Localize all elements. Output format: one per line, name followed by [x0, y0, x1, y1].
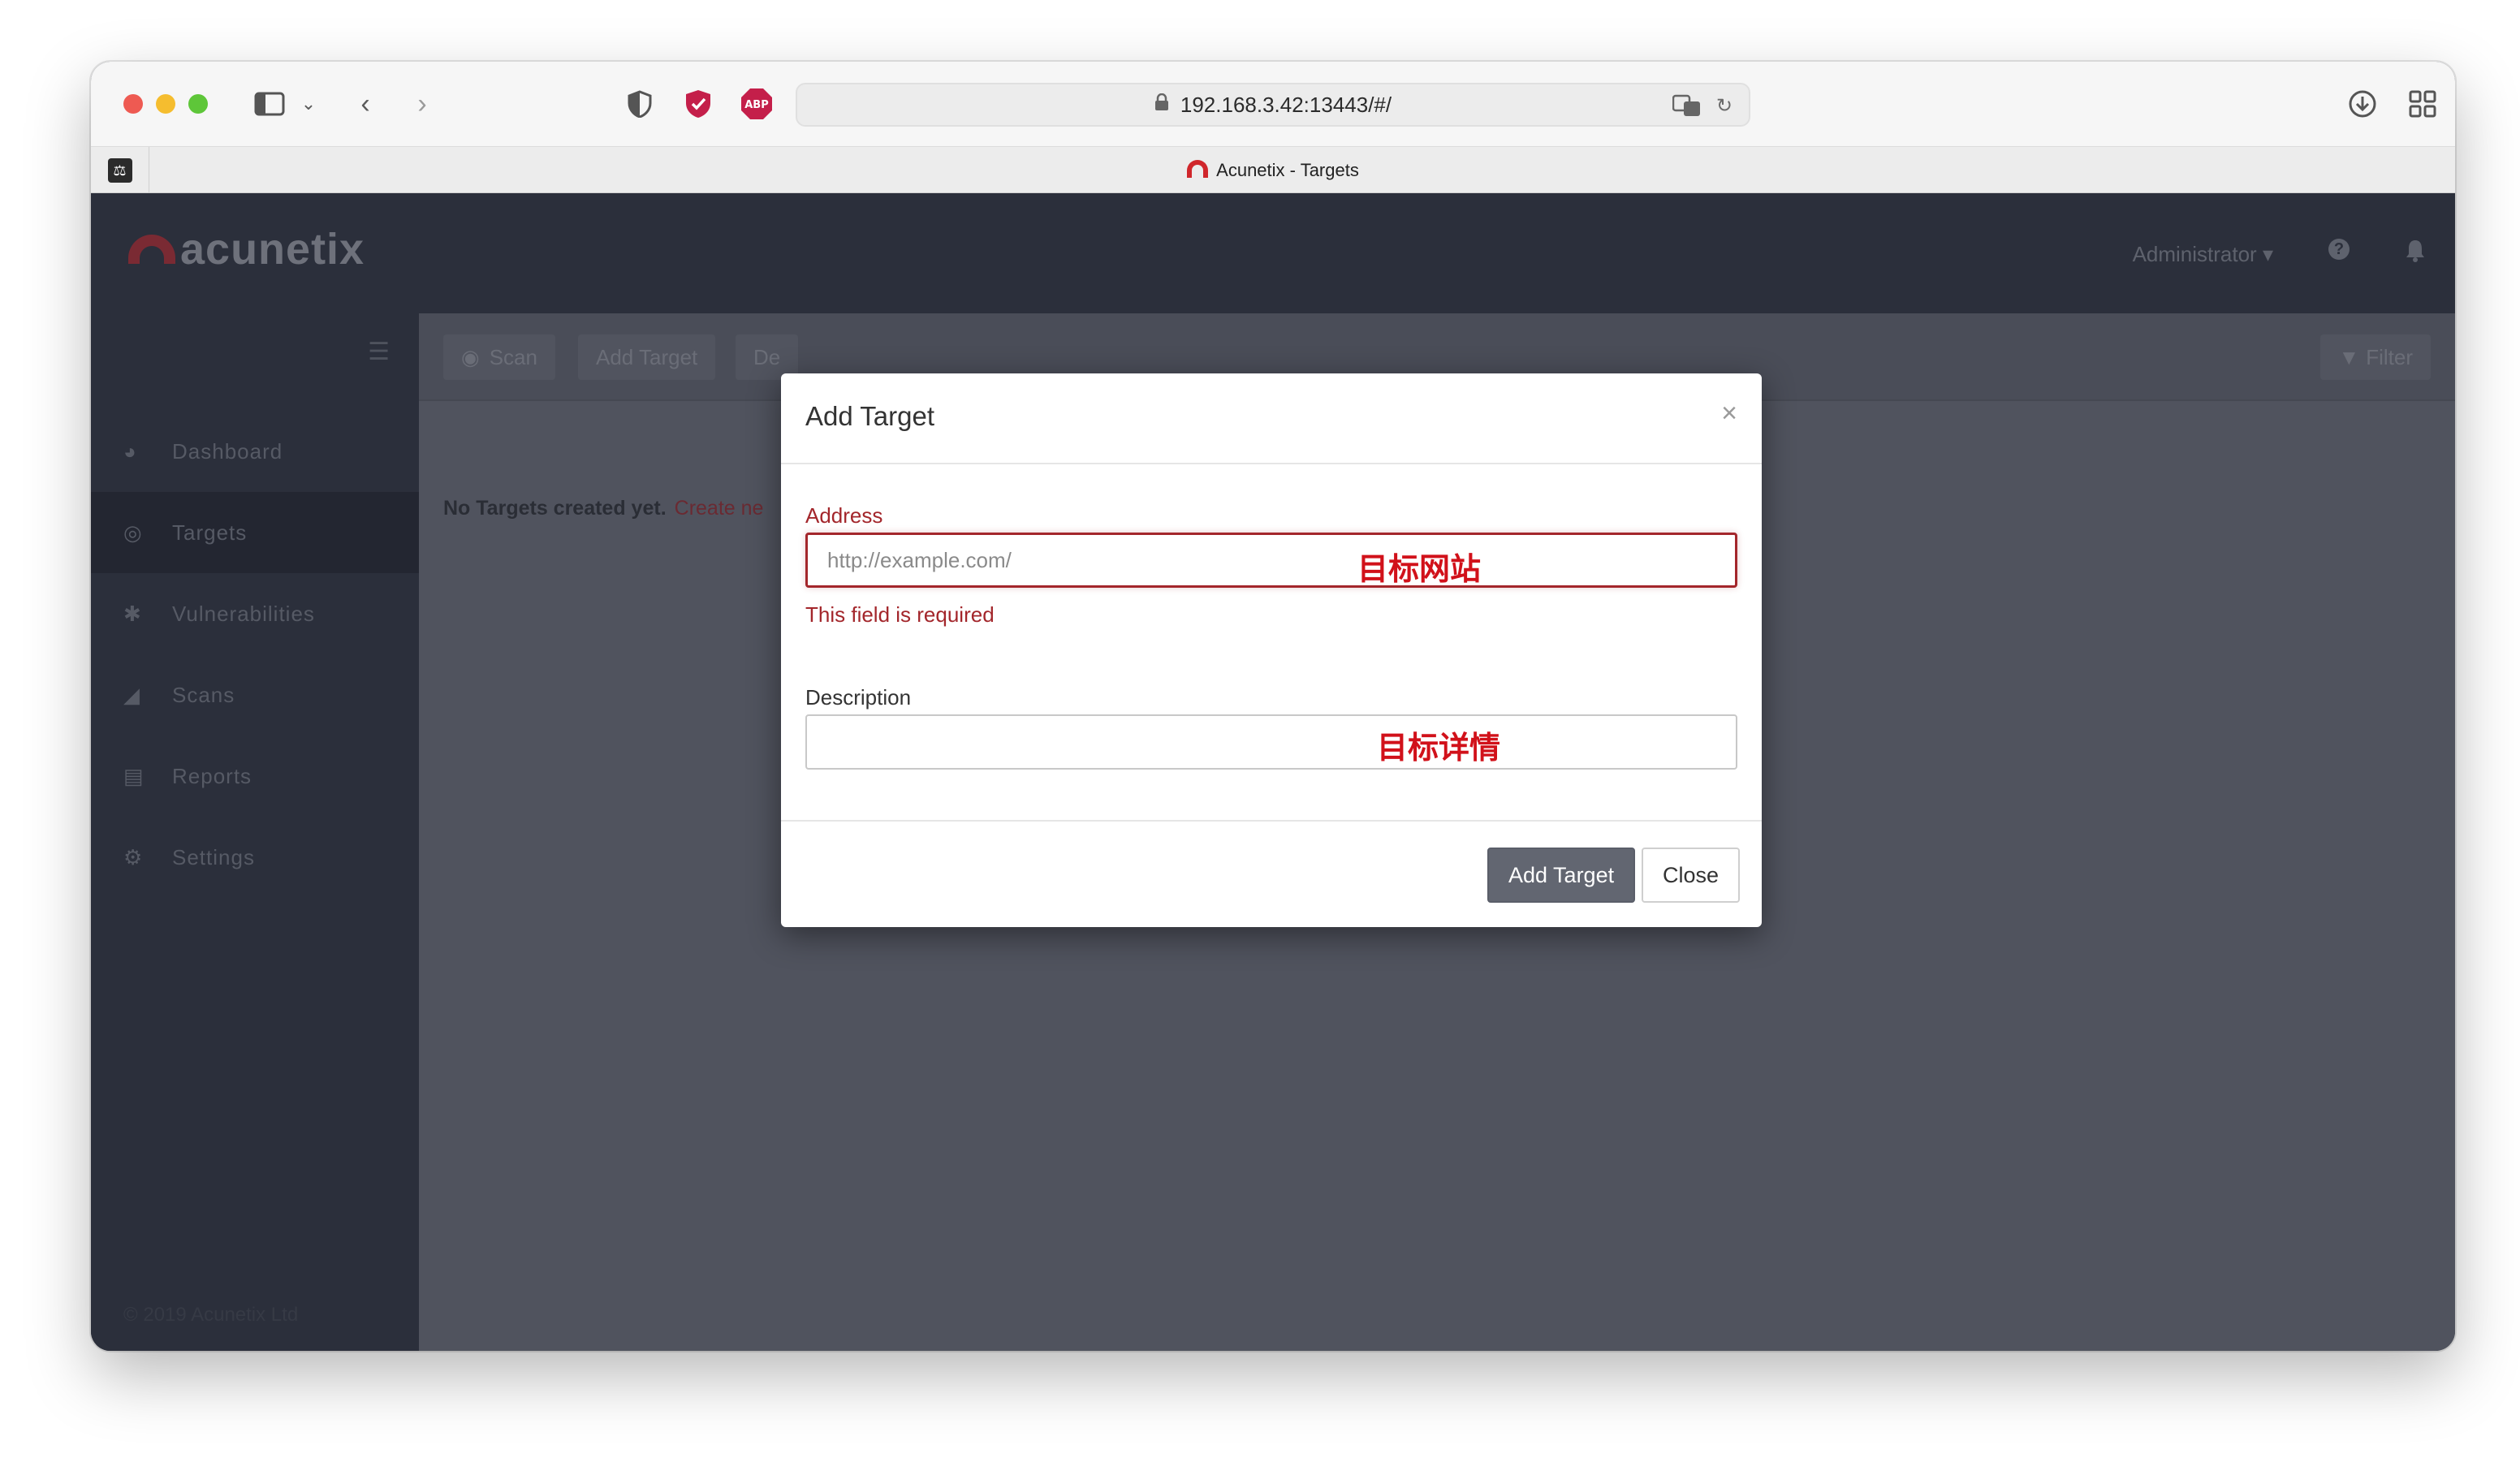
- dialog-footer: Add Target Close: [781, 820, 1762, 927]
- address-bar[interactable]: 192.168.3.42:13443/#/ ↻: [796, 83, 1750, 127]
- acunetix-app: acunetix Administrator ▾ ? ☰ ◕ Dashboard…: [91, 193, 2455, 1351]
- user-menu[interactable]: Administrator ▾: [2133, 242, 2273, 267]
- acunetix-favicon-icon: [1187, 160, 1209, 178]
- dialog-header: Add Target ×: [781, 373, 1762, 464]
- sidebar-item-label: Scans: [172, 682, 235, 707]
- filter-label: Filter: [2366, 344, 2413, 369]
- reload-icon[interactable]: ↻: [1716, 94, 1732, 123]
- chart-icon: ◢: [123, 682, 140, 707]
- filter-button[interactable]: ▼ Filter: [2320, 334, 2431, 380]
- add-target-action-button[interactable]: Add Target: [578, 334, 716, 380]
- sidebar-item-settings[interactable]: ⚙ Settings: [91, 817, 419, 898]
- minimize-window-button[interactable]: [156, 94, 175, 114]
- gear-icon: ⚙: [123, 844, 144, 869]
- sidebar-item-label: Targets: [172, 520, 248, 545]
- bell-icon[interactable]: [2405, 239, 2426, 269]
- close-button[interactable]: Close: [1642, 848, 1741, 903]
- lock-icon: [1154, 93, 1169, 116]
- close-icon[interactable]: ×: [1721, 398, 1737, 429]
- add-target-submit-button[interactable]: Add Target: [1487, 848, 1636, 903]
- description-annotation: 目标详情: [1377, 730, 1501, 766]
- collapse-menu-icon[interactable]: ☰: [368, 338, 390, 366]
- empty-state-message: No Targets created yet. Create ne: [443, 497, 763, 520]
- delete-label: De: [753, 344, 781, 369]
- forward-arrow-icon[interactable]: ›: [403, 84, 442, 123]
- sidebar-item-vulnerabilities[interactable]: ✱ Vulnerabilities: [91, 573, 419, 654]
- target-icon: ◎: [123, 520, 143, 545]
- create-target-link[interactable]: Create ne: [675, 497, 764, 520]
- app-header: acunetix Administrator ▾ ?: [91, 193, 2455, 313]
- help-icon[interactable]: ?: [2328, 239, 2350, 260]
- report-icon: ▤: [123, 763, 145, 788]
- extension-shield-icon[interactable]: [679, 84, 718, 123]
- scan-label: Scan: [489, 344, 537, 369]
- empty-state-text: No Targets created yet.: [443, 497, 667, 520]
- copyright-text: © 2019 Acunetix Ltd: [123, 1304, 299, 1326]
- logo-mark-icon: [128, 235, 175, 264]
- filter-icon: ▼: [2338, 344, 2360, 369]
- logo-text: acunetix: [180, 225, 365, 274]
- description-input[interactable]: [805, 714, 1737, 770]
- add-target-dialog: Add Target × Address 目标网站 This field is …: [781, 373, 1762, 927]
- sidebar-item-dashboard[interactable]: ◕ Dashboard: [91, 411, 419, 492]
- address-input[interactable]: [805, 533, 1737, 588]
- back-arrow-icon[interactable]: ‹: [346, 84, 385, 123]
- adblock-icon[interactable]: ABP: [737, 84, 776, 123]
- translate-icon[interactable]: [1672, 94, 1702, 123]
- sidebar-item-reports[interactable]: ▤ Reports: [91, 735, 419, 817]
- sidebar-item-label: Dashboard: [172, 438, 283, 464]
- scan-button[interactable]: ◉ Scan: [443, 334, 555, 380]
- scan-icon: ◉: [461, 344, 480, 369]
- tab-bar: ⚖ Acunetix - Targets: [91, 146, 2455, 194]
- maximize-window-button[interactable]: [188, 94, 208, 114]
- add-target-label: Add Target: [596, 344, 698, 369]
- adblock-label: ABP: [744, 99, 769, 111]
- description-label: Description: [805, 685, 912, 710]
- sidebar-item-label: Settings: [172, 844, 255, 869]
- sidebar: ☰ ◕ Dashboard ◎ Targets ✱ Vulnerabilitie…: [91, 313, 419, 1351]
- address-label: Address: [805, 503, 883, 528]
- url-text: 192.168.3.42:13443/#/: [1180, 92, 1392, 117]
- active-tab[interactable]: Acunetix - Targets: [91, 160, 2455, 181]
- download-icon[interactable]: [2343, 84, 2382, 123]
- close-window-button[interactable]: [123, 94, 143, 114]
- privacy-shield-icon[interactable]: [620, 84, 659, 123]
- sidebar-item-scans[interactable]: ◢ Scans: [91, 654, 419, 735]
- acunetix-logo[interactable]: acunetix: [128, 224, 365, 274]
- chevron-down-icon[interactable]: ⌄: [289, 84, 328, 123]
- browser-window: ⌄ ‹ › ABP 192.168.3.42:13443/#/ ↻ ⚖ Acun…: [91, 62, 2455, 1351]
- sidebar-item-label: Vulnerabilities: [172, 601, 315, 626]
- browser-toolbar: ⌄ ‹ › ABP 192.168.3.42:13443/#/ ↻: [91, 62, 2455, 146]
- tab-title: Acunetix - Targets: [1216, 160, 1359, 180]
- address-error-message: This field is required: [805, 602, 995, 627]
- sidebar-toggle-icon[interactable]: [250, 84, 289, 123]
- bug-icon: ✱: [123, 601, 142, 626]
- sidebar-item-targets[interactable]: ◎ Targets: [91, 492, 419, 573]
- dialog-title: Add Target: [805, 401, 935, 431]
- tab-overview-icon[interactable]: [2403, 84, 2442, 123]
- dashboard-icon: ◕: [123, 438, 137, 464]
- sidebar-item-label: Reports: [172, 763, 252, 788]
- address-annotation: 目标网站: [1357, 551, 1482, 587]
